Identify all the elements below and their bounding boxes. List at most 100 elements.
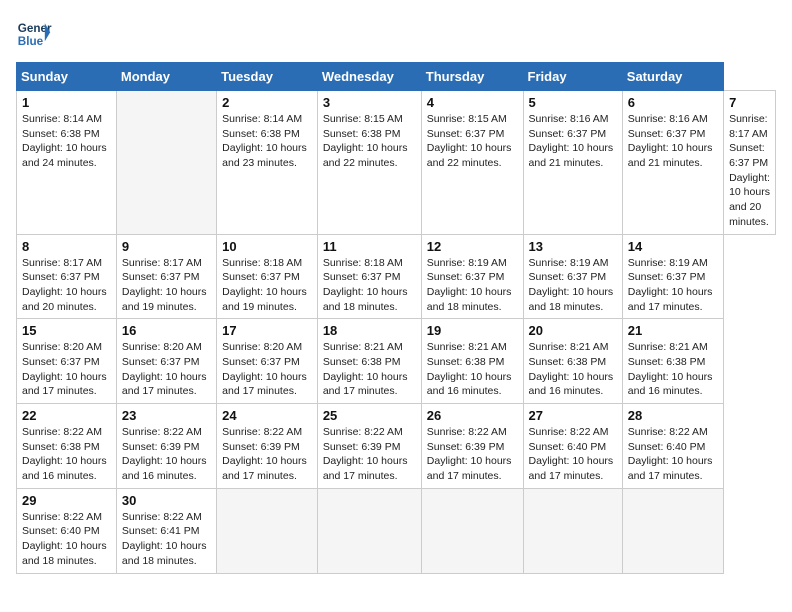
- day-info: Sunrise: 8:22 AM Sunset: 6:39 PM Dayligh…: [122, 425, 211, 484]
- table-row: 13 Sunrise: 8:19 AM Sunset: 6:37 PM Dayli…: [523, 234, 622, 319]
- day-number: 19: [427, 323, 518, 338]
- day-number: 12: [427, 239, 518, 254]
- table-row: [116, 91, 216, 235]
- day-info: Sunrise: 8:22 AM Sunset: 6:39 PM Dayligh…: [222, 425, 312, 484]
- day-info: Sunrise: 8:22 AM Sunset: 6:39 PM Dayligh…: [427, 425, 518, 484]
- table-row: 23 Sunrise: 8:22 AM Sunset: 6:39 PM Dayli…: [116, 404, 216, 489]
- day-number: 10: [222, 239, 312, 254]
- day-number: 21: [628, 323, 718, 338]
- day-info: Sunrise: 8:17 AM Sunset: 6:37 PM Dayligh…: [122, 256, 211, 315]
- day-info: Sunrise: 8:20 AM Sunset: 6:37 PM Dayligh…: [22, 340, 111, 399]
- day-number: 1: [22, 95, 111, 110]
- table-row: 1 Sunrise: 8:14 AM Sunset: 6:38 PM Daylig…: [17, 91, 117, 235]
- col-header-friday: Friday: [523, 63, 622, 91]
- logo-icon: General Blue: [16, 16, 52, 52]
- day-info: Sunrise: 8:22 AM Sunset: 6:40 PM Dayligh…: [529, 425, 617, 484]
- day-info: Sunrise: 8:22 AM Sunset: 6:39 PM Dayligh…: [323, 425, 416, 484]
- day-number: 9: [122, 239, 211, 254]
- day-number: 14: [628, 239, 718, 254]
- table-row: 16 Sunrise: 8:20 AM Sunset: 6:37 PM Dayli…: [116, 319, 216, 404]
- day-number: 29: [22, 493, 111, 508]
- day-info: Sunrise: 8:22 AM Sunset: 6:38 PM Dayligh…: [22, 425, 111, 484]
- table-row: 22 Sunrise: 8:22 AM Sunset: 6:38 PM Dayli…: [17, 404, 117, 489]
- day-info: Sunrise: 8:20 AM Sunset: 6:37 PM Dayligh…: [222, 340, 312, 399]
- day-number: 28: [628, 408, 718, 423]
- table-row: 9 Sunrise: 8:17 AM Sunset: 6:37 PM Daylig…: [116, 234, 216, 319]
- table-row: [523, 488, 622, 573]
- calendar-week-1: 1 Sunrise: 8:14 AM Sunset: 6:38 PM Daylig…: [17, 91, 776, 235]
- day-number: 7: [729, 95, 770, 110]
- day-info: Sunrise: 8:18 AM Sunset: 6:37 PM Dayligh…: [222, 256, 312, 315]
- day-info: Sunrise: 8:17 AM Sunset: 6:37 PM Dayligh…: [729, 112, 770, 230]
- day-number: 17: [222, 323, 312, 338]
- day-info: Sunrise: 8:14 AM Sunset: 6:38 PM Dayligh…: [22, 112, 111, 171]
- day-number: 22: [22, 408, 111, 423]
- table-row: 2 Sunrise: 8:14 AM Sunset: 6:38 PM Daylig…: [217, 91, 318, 235]
- table-row: 8Sunrise: 8:17 AM Sunset: 6:37 PM Daylig…: [17, 234, 117, 319]
- table-row: 10 Sunrise: 8:18 AM Sunset: 6:37 PM Dayli…: [217, 234, 318, 319]
- table-row: 17 Sunrise: 8:20 AM Sunset: 6:37 PM Dayli…: [217, 319, 318, 404]
- day-info: Sunrise: 8:15 AM Sunset: 6:37 PM Dayligh…: [427, 112, 518, 171]
- svg-text:Blue: Blue: [18, 35, 44, 48]
- day-info: Sunrise: 8:21 AM Sunset: 6:38 PM Dayligh…: [323, 340, 416, 399]
- day-number: 16: [122, 323, 211, 338]
- day-info: Sunrise: 8:14 AM Sunset: 6:38 PM Dayligh…: [222, 112, 312, 171]
- day-number: 25: [323, 408, 416, 423]
- day-number: 2: [222, 95, 312, 110]
- day-number: 18: [323, 323, 416, 338]
- table-row: 12 Sunrise: 8:19 AM Sunset: 6:37 PM Dayli…: [421, 234, 523, 319]
- day-number: 26: [427, 408, 518, 423]
- day-number: 4: [427, 95, 518, 110]
- table-row: 15Sunrise: 8:20 AM Sunset: 6:37 PM Dayli…: [17, 319, 117, 404]
- logo: General Blue: [16, 16, 52, 52]
- day-info: Sunrise: 8:19 AM Sunset: 6:37 PM Dayligh…: [529, 256, 617, 315]
- calendar-week-3: 15Sunrise: 8:20 AM Sunset: 6:37 PM Dayli…: [17, 319, 776, 404]
- day-info: Sunrise: 8:20 AM Sunset: 6:37 PM Dayligh…: [122, 340, 211, 399]
- day-info: Sunrise: 8:19 AM Sunset: 6:37 PM Dayligh…: [427, 256, 518, 315]
- day-number: 6: [628, 95, 718, 110]
- day-info: Sunrise: 8:15 AM Sunset: 6:38 PM Dayligh…: [323, 112, 416, 171]
- day-info: Sunrise: 8:16 AM Sunset: 6:37 PM Dayligh…: [529, 112, 617, 171]
- table-row: 14 Sunrise: 8:19 AM Sunset: 6:37 PM Dayli…: [622, 234, 723, 319]
- day-info: Sunrise: 8:19 AM Sunset: 6:37 PM Dayligh…: [628, 256, 718, 315]
- table-row: 27 Sunrise: 8:22 AM Sunset: 6:40 PM Dayli…: [523, 404, 622, 489]
- table-row: 21Sunrise: 8:21 AM Sunset: 6:38 PM Dayli…: [622, 319, 723, 404]
- table-row: [217, 488, 318, 573]
- table-row: 30 Sunrise: 8:22 AM Sunset: 6:41 PM Dayli…: [116, 488, 216, 573]
- col-header-saturday: Saturday: [622, 63, 723, 91]
- calendar-week-4: 22 Sunrise: 8:22 AM Sunset: 6:38 PM Dayli…: [17, 404, 776, 489]
- day-info: Sunrise: 8:21 AM Sunset: 6:38 PM Dayligh…: [427, 340, 518, 399]
- col-header-thursday: Thursday: [421, 63, 523, 91]
- table-row: 29Sunrise: 8:22 AM Sunset: 6:40 PM Dayli…: [17, 488, 117, 573]
- table-row: 11 Sunrise: 8:18 AM Sunset: 6:37 PM Dayli…: [317, 234, 421, 319]
- calendar-table: SundayMondayTuesdayWednesdayThursdayFrid…: [16, 62, 776, 574]
- day-info: Sunrise: 8:18 AM Sunset: 6:37 PM Dayligh…: [323, 256, 416, 315]
- col-header-monday: Monday: [116, 63, 216, 91]
- table-row: 20Sunrise: 8:21 AM Sunset: 6:38 PM Dayli…: [523, 319, 622, 404]
- day-number: 30: [122, 493, 211, 508]
- day-number: 27: [529, 408, 617, 423]
- col-header-wednesday: Wednesday: [317, 63, 421, 91]
- table-row: 6 Sunrise: 8:16 AM Sunset: 6:37 PM Daylig…: [622, 91, 723, 235]
- day-number: 3: [323, 95, 416, 110]
- day-number: 11: [323, 239, 416, 254]
- day-info: Sunrise: 8:22 AM Sunset: 6:40 PM Dayligh…: [628, 425, 718, 484]
- day-number: 23: [122, 408, 211, 423]
- day-info: Sunrise: 8:22 AM Sunset: 6:41 PM Dayligh…: [122, 510, 211, 569]
- table-row: 26 Sunrise: 8:22 AM Sunset: 6:39 PM Dayli…: [421, 404, 523, 489]
- table-row: 7 Sunrise: 8:17 AM Sunset: 6:37 PM Daylig…: [724, 91, 776, 235]
- day-number: 5: [529, 95, 617, 110]
- table-row: 25 Sunrise: 8:22 AM Sunset: 6:39 PM Dayli…: [317, 404, 421, 489]
- table-row: [622, 488, 723, 573]
- day-number: 13: [529, 239, 617, 254]
- table-row: 3 Sunrise: 8:15 AM Sunset: 6:38 PM Daylig…: [317, 91, 421, 235]
- day-number: 20: [529, 323, 617, 338]
- col-header-tuesday: Tuesday: [217, 63, 318, 91]
- day-number: 24: [222, 408, 312, 423]
- day-number: 8: [22, 239, 111, 254]
- page-header: General Blue: [16, 16, 776, 52]
- day-info: Sunrise: 8:16 AM Sunset: 6:37 PM Dayligh…: [628, 112, 718, 171]
- table-row: [317, 488, 421, 573]
- table-row: 5 Sunrise: 8:16 AM Sunset: 6:37 PM Daylig…: [523, 91, 622, 235]
- table-row: 18 Sunrise: 8:21 AM Sunset: 6:38 PM Dayli…: [317, 319, 421, 404]
